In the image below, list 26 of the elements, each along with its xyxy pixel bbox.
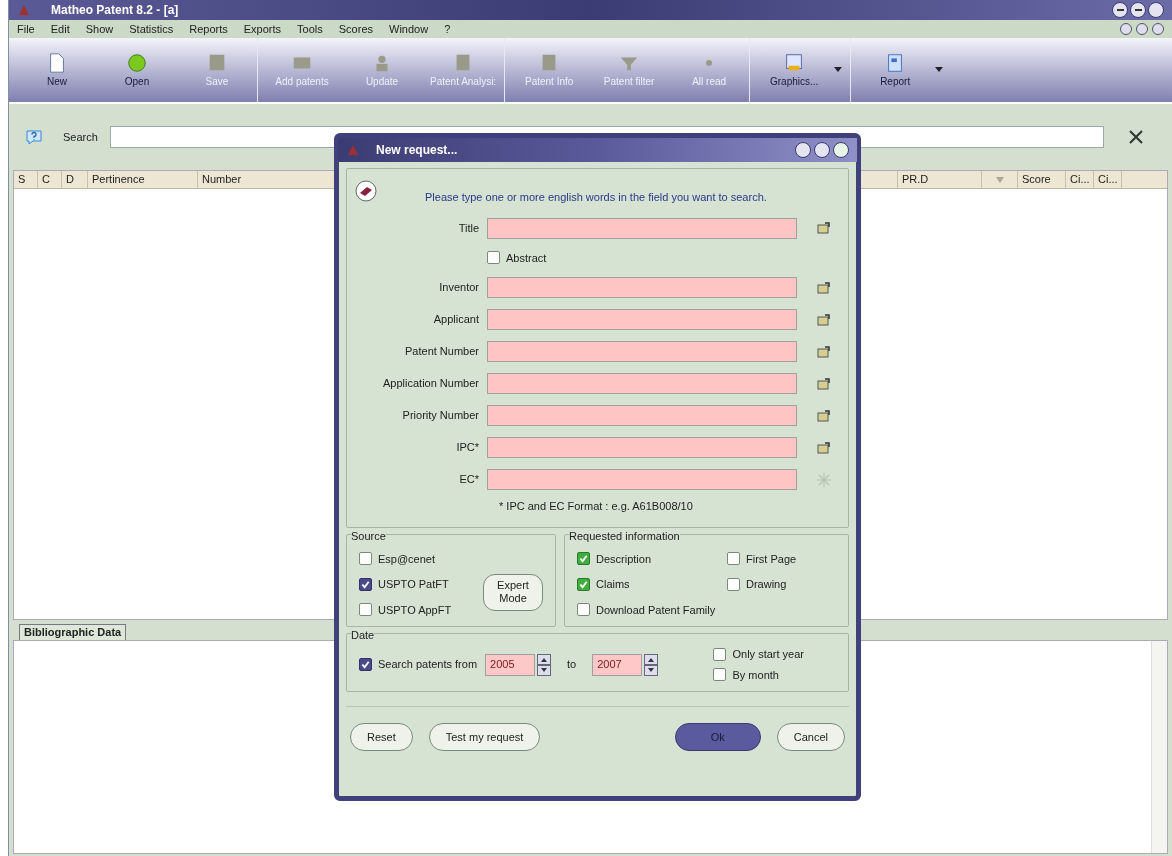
checkbox-label: Esp@cenet [378,551,436,567]
checkbox-label: Description [596,551,652,567]
checkbox-label: Search patents from [378,657,478,673]
field-label: Priority Number [401,408,479,424]
to-label: to [567,657,577,673]
checkbox-label: USPTO AppFT [378,602,452,618]
window-title: Matheo Patent 8.2 - [a] [51,2,179,19]
checkbox-label: First Page [746,551,797,567]
field-label: Title [457,220,479,236]
field-label: Inventor [438,280,479,296]
field-label: EC* [458,472,479,488]
checkbox-label: Claims [596,577,630,592]
field-label: Application Number [382,376,479,392]
instruction-text: Please type one or more english words in the field you want to search. [425,190,767,205]
checkbox-label: USPTO PatFT [378,577,449,592]
checkbox-label: Abstract [506,250,547,266]
field-label: IPC* [455,440,479,456]
search-label: Search [63,129,98,145]
field-label: Patent Number [404,344,479,360]
dialog-title: New request... [376,142,458,159]
checkbox-label: Only start year [732,647,804,662]
field-label: Applicant [432,312,479,328]
format-note: * IPC and EC Format : e.g. A61B008/10 [499,499,694,514]
checkbox-label: By month [732,667,779,683]
checkbox-label: Download Patent Family [596,602,716,618]
checkbox-label: Drawing [746,577,787,592]
